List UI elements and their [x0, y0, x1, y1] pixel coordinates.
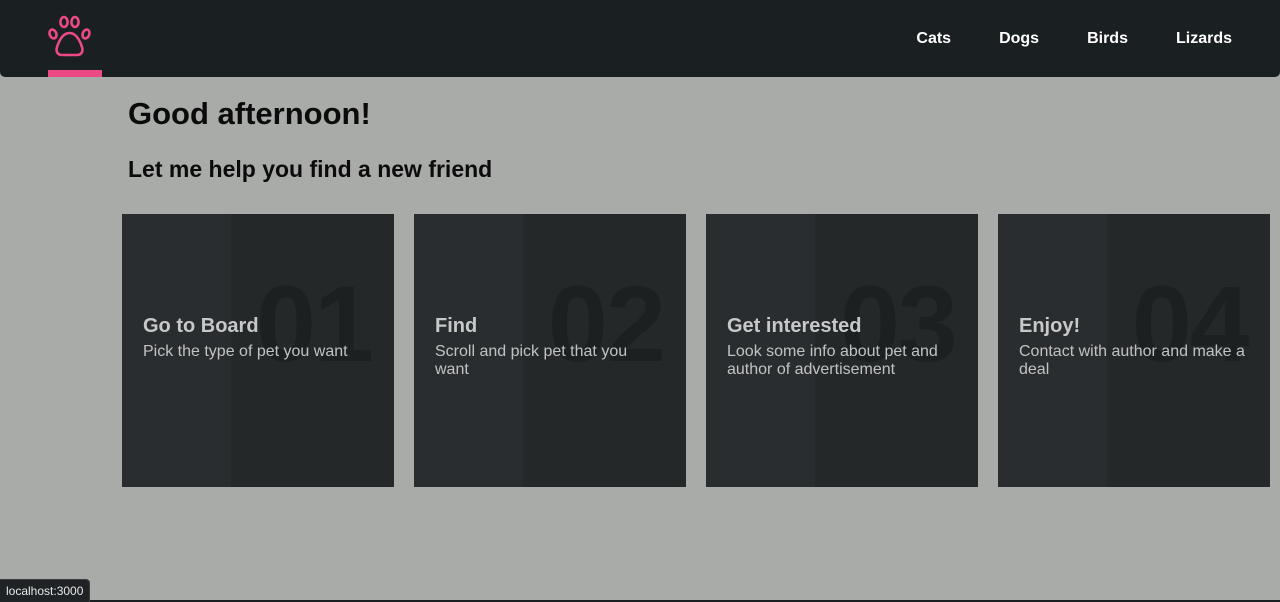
subtitle-heading: Let me help you find a new friend — [128, 156, 493, 182]
step-title: Find — [435, 315, 478, 337]
step-title: Get interested — [727, 315, 862, 337]
logo-link[interactable] — [48, 0, 102, 77]
steps-list: 01 Go to Board Pick the type of pet you … — [122, 214, 1270, 487]
step-title: Enjoy! — [1019, 315, 1081, 337]
active-indicator — [48, 70, 102, 77]
nav-link-lizards[interactable]: Lizards — [1176, 30, 1232, 48]
step-description: Contact with author and make a deal — [1019, 343, 1245, 378]
greeting-heading: Good afternoon! — [128, 96, 371, 131]
navbar: Cats Dogs Birds Lizards — [0, 0, 1280, 77]
paw-icon — [48, 15, 91, 57]
nav-link-birds[interactable]: Birds — [1087, 30, 1128, 48]
step-card-1[interactable]: 01 Go to Board Pick the type of pet you … — [122, 214, 394, 487]
page: Cats Dogs Birds Lizards Good afternoon! … — [0, 0, 1280, 602]
nav-link-cats[interactable]: Cats — [916, 30, 951, 48]
nav-links: Cats Dogs Birds Lizards — [916, 0, 1280, 77]
step-description: Look some info about pet and author of a… — [727, 343, 938, 378]
step-card-4[interactable]: 04 Enjoy! Contact with author and make a… — [998, 214, 1270, 487]
status-url-tooltip: localhost:3000 — [0, 579, 91, 602]
step-description: Scroll and pick pet that you want — [435, 343, 628, 378]
step-title: Go to Board — [143, 315, 259, 337]
step-card-3[interactable]: 03 Get interested Look some info about p… — [706, 214, 978, 487]
step-number: 01 — [255, 263, 374, 384]
step-card-2[interactable]: 02 Find Scroll and pick pet that you wan… — [414, 214, 686, 487]
nav-link-dogs[interactable]: Dogs — [999, 30, 1039, 48]
step-description: Pick the type of pet you want — [143, 343, 348, 360]
